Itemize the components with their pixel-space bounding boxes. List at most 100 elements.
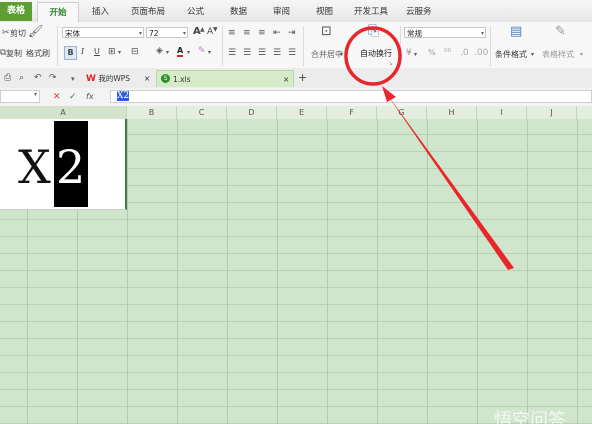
font-name-value: 宋体 [65,29,80,38]
align-bottom-icon[interactable]: ≡ [258,28,266,38]
tab-page-layout[interactable]: 页面布局 [131,2,165,22]
tab-view[interactable]: 视图 [316,2,333,22]
tab-document-label: 1.xls [173,75,191,84]
cut-button[interactable]: 剪切 [10,28,26,39]
column-header[interactable]: B [127,106,177,119]
font-color-button[interactable]: A [177,46,184,57]
arrow-up-icon: ▲ [200,26,205,33]
thousands-separator-icon[interactable]: ⁰⁰ [444,48,451,58]
decrease-indent-icon[interactable]: ⇤ [273,28,281,38]
ribbon-separator [57,26,58,66]
align-right-icon[interactable]: ☰ [258,48,266,58]
menu-bar: 表格 开始 插入 页面布局 公式 数据 审阅 视图 开发工具 云服务 [0,0,592,23]
tab-insert[interactable]: 插入 [92,2,109,22]
decrease-decimal-icon[interactable]: .00 [474,48,488,58]
column-header[interactable]: A [0,106,127,119]
chevron-down-icon: ▾ [166,49,170,56]
cell-text-2: 2 [56,140,86,194]
italic-button[interactable]: I [81,47,84,56]
copy-button[interactable]: 复制 [6,48,22,59]
column-header[interactable]: I [477,106,527,119]
wrap-text-button[interactable]: 自动换行 [360,48,392,59]
watermark-text: 悟空问答 [494,410,566,424]
formula-input[interactable]: X2 [110,90,592,103]
new-tab-button[interactable]: + [298,71,307,84]
column-header[interactable]: G [377,106,427,119]
merge-center-icon: ⊡ [321,24,332,39]
currency-icon[interactable]: ¥ [406,48,412,58]
tab-cloud[interactable]: 云服务 [406,2,432,22]
print-icon[interactable]: ⎙ [4,73,11,83]
bold-button[interactable]: B [64,46,77,60]
active-cell[interactable]: X 2 [0,119,127,210]
ribbon-separator [490,26,491,66]
align-center-icon[interactable]: ☰ [243,48,251,58]
number-format-value: 常规 [407,29,422,38]
increase-indent-icon[interactable]: ⇥ [288,28,296,38]
close-icon[interactable]: × [144,70,150,87]
table-style-icon: ✎ [555,24,566,39]
fill-color-icon[interactable]: ◈ [156,46,163,56]
chevron-down-icon[interactable]: ▾ [71,74,75,84]
conditional-format-icon: ▤ [510,24,523,39]
cancel-icon[interactable]: ✕ [53,92,61,102]
formula-value: X2 [117,91,130,101]
confirm-icon[interactable]: ✓ [69,92,77,102]
cell-text-x: X [18,140,51,194]
app-menu-button[interactable]: 表格 [0,2,32,21]
increase-decimal-icon[interactable]: .0 [460,48,469,58]
name-box[interactable]: ▾ [0,90,40,103]
font-name-select[interactable]: 宋体 ▾ [62,27,144,38]
column-header[interactable]: E [277,106,327,119]
tab-formulas[interactable]: 公式 [187,2,204,22]
format-painter-icon[interactable]: 🖌 [28,25,43,37]
align-top-icon[interactable]: ≡ [228,28,236,38]
chevron-down-icon: ▾ [414,51,418,58]
chevron-down-icon: ▾ [138,30,142,37]
column-header[interactable]: C [177,106,227,119]
distributed-icon[interactable]: ☰ [288,48,296,58]
tab-data[interactable]: 数据 [230,2,247,22]
format-painter-button[interactable]: 格式刷 [26,48,50,59]
tab-developer[interactable]: 开发工具 [354,2,388,22]
tab-my-wps[interactable]: W 我的WPS × [86,70,150,87]
chevron-down-icon: ▾ [531,51,535,58]
font-size-select[interactable]: 72 ▾ [146,27,188,38]
cell-selected-text: 2 [54,121,88,207]
underline-button[interactable]: U [94,47,100,56]
chevron-down-icon: ▾ [182,30,186,37]
chevron-down-icon: ▾ [118,49,122,56]
scissors-icon[interactable]: ✂ [2,28,10,38]
percent-button[interactable]: % [428,48,436,57]
number-format-select[interactable]: 常规 ▾ [404,27,486,38]
ribbon-separator [303,26,304,66]
arrow-down-icon: ▼ [213,26,218,33]
column-header[interactable]: F [327,106,377,119]
merge-center-button[interactable]: 合并居中 [311,49,343,60]
tab-my-wps-label: 我的WPS [98,74,131,83]
tab-document[interactable]: S 1.xls × [156,70,294,87]
wrap-text-icon: ⎘ [368,23,380,39]
insert-function-button[interactable]: fx [86,92,94,101]
preview-icon[interactable]: ⌕ [19,73,24,83]
clear-format-icon[interactable]: ✎ [198,46,206,56]
column-header[interactable]: H [427,106,477,119]
conditional-format-button[interactable]: 条件格式 [495,49,527,60]
undo-icon[interactable]: ↶ [34,73,42,83]
document-tab-bar: ⎙ ⌕ ↶ ↷ ▾ W 我的WPS × S 1.xls × + [0,68,592,89]
align-middle-icon[interactable]: ≡ [243,28,251,38]
merge-cells-icon[interactable]: ⊟ [131,47,139,57]
border-icon[interactable]: ⊞ [108,47,116,57]
formula-bar: ▾ ✕ ✓ fx X2 [0,88,592,107]
ribbon-separator [400,26,401,66]
redo-icon[interactable]: ↷ [49,73,57,83]
wps-logo-icon: W [86,74,96,84]
align-left-icon[interactable]: ☰ [228,48,236,58]
table-style-button[interactable]: 表格样式 [542,49,574,60]
column-header[interactable]: D [227,106,277,119]
column-header[interactable]: J [527,106,577,119]
justify-icon[interactable]: ☰ [273,48,281,58]
close-icon[interactable]: × [283,71,289,88]
tab-home[interactable]: 开始 [37,2,79,23]
tab-review[interactable]: 审阅 [273,2,290,22]
